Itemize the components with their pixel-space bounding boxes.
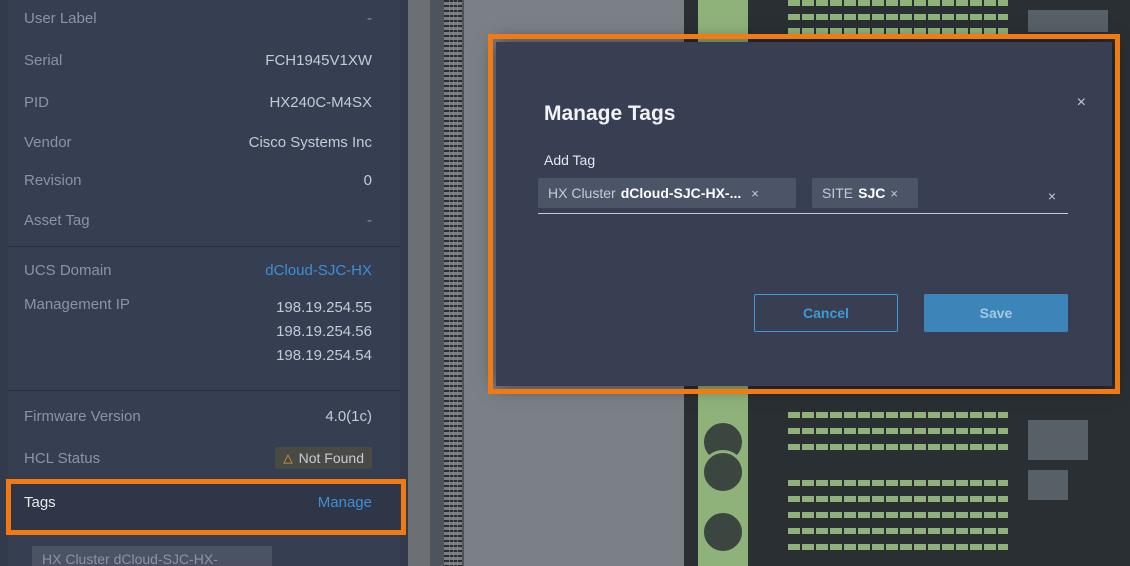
- dimm-slot: [788, 512, 1008, 518]
- tag-chip-value: dCloud-SJC-HX-: [113, 551, 218, 566]
- dimm-slot: [788, 544, 1008, 550]
- dimm-slot: [788, 496, 1008, 502]
- cancel-button[interactable]: Cancel: [754, 294, 898, 332]
- board-component: [1028, 470, 1068, 500]
- detail-key: Management IP: [24, 296, 130, 313]
- add-tag-input[interactable]: HX Cluster dCloud-SJC-HX-... × SITE SJC …: [538, 174, 1068, 214]
- detail-row-asset-tag: Asset Tag -: [24, 208, 372, 232]
- warning-triangle-icon: △: [283, 451, 293, 465]
- detail-row-serial: Serial FCH1945V1XW: [24, 48, 372, 72]
- tag-chip-key: HX Cluster: [548, 185, 616, 201]
- tag-chip-site: SITE SJC ×: [812, 178, 918, 208]
- dialog-title: Manage Tags: [544, 102, 676, 125]
- detail-key: UCS Domain: [24, 261, 112, 279]
- dimm-slot: [788, 28, 1008, 34]
- section-divider: [8, 246, 400, 247]
- detail-value: -: [367, 211, 372, 229]
- board-component: [1028, 10, 1108, 32]
- board-component: [1028, 420, 1088, 460]
- tag-chip: HX Cluster dCloud-SJC-HX-: [32, 546, 272, 566]
- detail-row-firmware: Firmware Version 4.0(1c): [24, 404, 372, 428]
- save-button[interactable]: Save: [924, 294, 1068, 332]
- detail-value: -: [367, 9, 372, 27]
- dimm-slot: [788, 444, 1008, 450]
- tag-chip-key: SITE: [822, 185, 854, 201]
- ucs-domain-link[interactable]: dCloud-SJC-HX: [265, 262, 372, 279]
- detail-value: HX240C-M4SX: [269, 93, 372, 111]
- fan-icon: [701, 450, 745, 494]
- clear-tags-icon[interactable]: ×: [1048, 188, 1056, 204]
- hcl-status-text: Not Found: [298, 450, 364, 466]
- tag-chip-key: HX Cluster: [42, 551, 110, 566]
- dimm-slot: [788, 412, 1008, 418]
- detail-value: FCH1945V1XW: [265, 51, 372, 69]
- detail-row-pid: PID HX240C-M4SX: [24, 90, 372, 114]
- manage-tags-link[interactable]: Manage: [318, 494, 372, 511]
- detail-key: Tags: [24, 494, 56, 511]
- detail-key: User Label: [24, 9, 97, 27]
- tag-chip-value: dCloud-SJC-HX-...: [620, 185, 742, 201]
- dimm-slot: [788, 428, 1008, 434]
- detail-key: Revision: [24, 171, 82, 189]
- dimm-slot: [788, 528, 1008, 534]
- tag-chip-hx-cluster: HX Cluster dCloud-SJC-HX-... ×: [538, 178, 796, 208]
- management-ip-value: 198.19.254.54: [276, 347, 372, 364]
- detail-key: PID: [24, 93, 50, 111]
- tag-chip-value: SJC: [858, 185, 886, 201]
- hcl-status-badge: △ Not Found: [275, 447, 372, 469]
- detail-key: Firmware Version: [24, 407, 141, 425]
- close-icon[interactable]: ×: [1077, 94, 1086, 112]
- management-ip-list: 198.19.254.55 198.19.254.56 198.19.254.5…: [276, 296, 372, 368]
- detail-row-vendor: Vendor Cisco Systems Inc: [24, 130, 372, 154]
- detail-row-management-ip: Management IP 198.19.254.55 198.19.254.5…: [24, 296, 372, 368]
- detail-row-user-label: User Label -: [24, 6, 372, 30]
- remove-tag-icon[interactable]: ×: [751, 186, 759, 201]
- detail-row-hcl-status: HCL Status △ Not Found: [24, 446, 372, 470]
- detail-row-revision: Revision 0: [24, 168, 372, 192]
- detail-value: Cisco Systems Inc: [248, 133, 372, 151]
- detail-key: Vendor: [24, 133, 72, 151]
- manage-tags-dialog: Manage Tags × Add Tag HX Cluster dCloud-…: [496, 42, 1112, 386]
- detail-key: HCL Status: [24, 449, 101, 467]
- add-tag-label: Add Tag: [544, 152, 596, 168]
- dimm-slot: [788, 0, 1008, 6]
- details-panel: User Label - Serial FCH1945V1XW PID HX24…: [0, 0, 408, 566]
- detail-row-tags: Tags Manage: [8, 481, 400, 531]
- vent-grille-overlay: [446, 0, 460, 566]
- section-divider: [8, 390, 400, 391]
- detail-row-ucs-domain: UCS Domain dCloud-SJC-HX: [24, 258, 372, 282]
- management-ip-value: 198.19.254.55: [276, 299, 372, 316]
- chassis-edge: [408, 0, 430, 566]
- management-ip-value: 198.19.254.56: [276, 323, 372, 340]
- remove-tag-icon[interactable]: ×: [890, 186, 898, 201]
- fan-icon: [701, 510, 745, 554]
- detail-key: Asset Tag: [24, 211, 90, 229]
- detail-value: 0: [363, 171, 372, 189]
- dimm-slot: [788, 480, 1008, 486]
- detail-value: 4.0(1c): [325, 407, 372, 425]
- dimm-slot: [788, 14, 1008, 20]
- detail-key: Serial: [24, 51, 63, 69]
